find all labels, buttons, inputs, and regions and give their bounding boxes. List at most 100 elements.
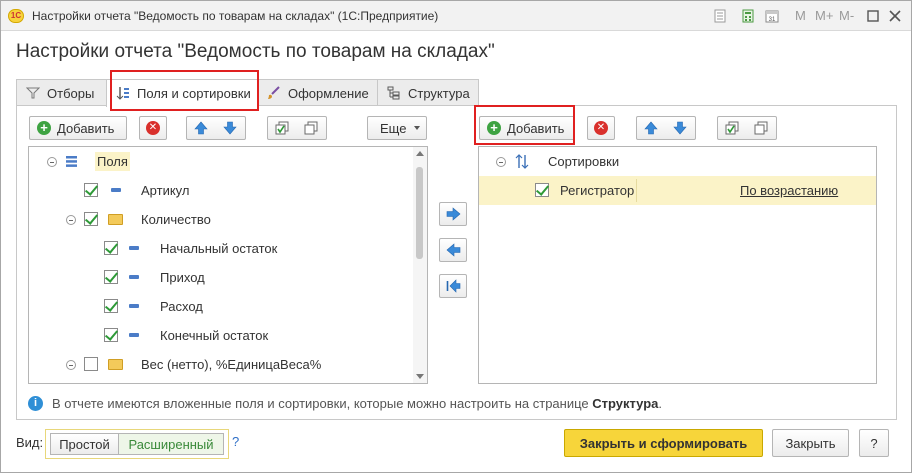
weight-checkbox[interactable] [84, 357, 98, 371]
income-checkbox[interactable] [104, 270, 118, 284]
calculator-icon[interactable] [741, 9, 755, 23]
tab-fields-sorting[interactable]: Поля и сортировки [106, 79, 258, 107]
tree-label: Конечный остаток [160, 328, 269, 343]
tree-row-article[interactable]: Артикул [29, 176, 427, 205]
arrow-left-all-icon [446, 279, 461, 293]
scroll-up-icon[interactable] [416, 151, 424, 156]
tree-label: Приход [160, 270, 205, 285]
view-help-link[interactable]: ? [232, 434, 239, 449]
expense-checkbox[interactable] [104, 299, 118, 313]
left-check-buttons [267, 116, 327, 140]
tree-row-sortings[interactable]: Сортировки [479, 147, 876, 176]
field-icon [129, 275, 139, 279]
quantity-checkbox[interactable] [84, 212, 98, 226]
view-switch: Простой Расширенный [45, 429, 229, 459]
tree-label: Вес (нетто), %ЕдиницаВеса% [141, 357, 322, 372]
tab-fields-sorting-label: Поля и сортировки [137, 86, 251, 101]
sorting-row-registrar[interactable]: Регистратор По возрастанию [479, 176, 876, 205]
info-message: В отчете имеются вложенные поля и сортир… [52, 396, 593, 411]
app-logo-icon: 1С [8, 9, 24, 23]
add-to-sorting-button[interactable] [439, 202, 467, 226]
field-icon [111, 188, 121, 192]
tab-appearance-label: Оформление [288, 86, 369, 101]
move-down-icon[interactable] [673, 121, 687, 135]
sorting-direction-link[interactable]: По возрастанию [740, 183, 838, 198]
article-checkbox[interactable] [84, 183, 98, 197]
close-icon[interactable] [888, 9, 902, 23]
collapse-icon[interactable] [496, 157, 506, 167]
scroll-down-icon[interactable] [416, 374, 424, 379]
sorting-tree[interactable]: Сортировки Регистратор По возрастанию [478, 146, 877, 384]
tree-row-income[interactable]: Приход [29, 263, 427, 292]
folder-icon [108, 359, 123, 370]
page-title: Настройки отчета "Ведомость по товарам н… [16, 41, 495, 62]
arrow-left-icon [446, 243, 461, 257]
tab-filters-label: Отборы [47, 86, 95, 101]
tree-row-closing-balance[interactable]: Конечный остаток [29, 321, 427, 350]
plus-icon: + [487, 121, 501, 135]
opening-balance-checkbox[interactable] [104, 241, 118, 255]
close-button[interactable]: Закрыть [772, 429, 849, 457]
left-add-button[interactable]: + Добавить [29, 116, 127, 140]
right-add-button[interactable]: + Добавить [479, 116, 575, 140]
view-label: Вид: [16, 435, 44, 450]
tree-row-quantity[interactable]: Количество [29, 205, 427, 234]
right-move-buttons [636, 116, 696, 140]
uncheck-all-icon[interactable] [754, 121, 768, 135]
left-add-label: Добавить [57, 121, 115, 136]
left-move-buttons [186, 116, 246, 140]
collapse-icon[interactable] [47, 157, 57, 167]
tab-structure[interactable]: Структура [377, 79, 479, 106]
collapse-icon[interactable] [66, 215, 76, 225]
arrow-right-icon [446, 207, 461, 221]
scroll-thumb[interactable] [416, 167, 423, 259]
info-structure-link[interactable]: Структура [592, 396, 658, 411]
check-all-icon[interactable] [275, 121, 289, 135]
help-button[interactable]: ? [859, 429, 889, 457]
field-icon [129, 333, 139, 337]
move-up-icon[interactable] [644, 121, 658, 135]
tree-row-expense[interactable]: Расход [29, 292, 427, 321]
view-advanced-button[interactable]: Расширенный [118, 433, 224, 455]
left-delete-button[interactable]: ✕ [139, 116, 167, 140]
tab-structure-label: Структура [408, 86, 470, 101]
check-all-icon[interactable] [725, 121, 739, 135]
tree-row-opening-balance[interactable]: Начальный остаток [29, 234, 427, 263]
maximize-icon[interactable] [866, 9, 880, 23]
registrar-checkbox[interactable] [535, 183, 549, 197]
right-check-buttons [717, 116, 777, 140]
print-icon[interactable] [713, 9, 727, 23]
sorting-icon [116, 87, 129, 100]
remove-from-sorting-button[interactable] [439, 238, 467, 262]
sorting-field: Регистратор [560, 183, 635, 198]
tree-row-weight[interactable]: Вес (нетто), %ЕдиницаВеса% [29, 350, 427, 379]
tab-filters[interactable]: Отборы [16, 79, 107, 106]
remove-all-from-sorting-button[interactable] [439, 274, 467, 298]
move-down-icon[interactable] [223, 121, 237, 135]
view-simple-button[interactable]: Простой [50, 433, 119, 455]
left-more-button[interactable]: Еще [367, 116, 427, 140]
tree-label: Расход [160, 299, 203, 314]
field-icon [129, 304, 139, 308]
right-delete-button[interactable]: ✕ [587, 116, 615, 140]
closing-balance-checkbox[interactable] [104, 328, 118, 342]
calendar-icon[interactable]: 31 [765, 9, 779, 23]
tree-label: Поля [95, 152, 130, 171]
fields-tree[interactable]: Поля Артикул Количество Начальный остато… [28, 146, 428, 384]
chevron-down-icon [414, 126, 420, 130]
tree-label: Артикул [141, 183, 190, 198]
sort-order-icon [515, 154, 529, 169]
tree-label: Начальный остаток [160, 241, 278, 256]
settings-window: 1С Настройки отчета "Ведомость по товара… [0, 0, 912, 473]
move-up-icon[interactable] [194, 121, 208, 135]
memory-minus-button[interactable]: M- [839, 8, 854, 23]
close-and-generate-button[interactable]: Закрыть и сформировать [564, 429, 763, 457]
memory-button[interactable]: M [795, 8, 806, 23]
uncheck-all-icon[interactable] [304, 121, 318, 135]
tab-appearance[interactable]: Оформление [257, 79, 378, 106]
collapse-icon[interactable] [66, 360, 76, 370]
fields-list-icon [66, 156, 77, 167]
memory-plus-button[interactable]: M+ [815, 8, 833, 23]
tree-row-fields[interactable]: Поля [29, 147, 427, 176]
fields-scrollbar[interactable] [413, 147, 427, 383]
